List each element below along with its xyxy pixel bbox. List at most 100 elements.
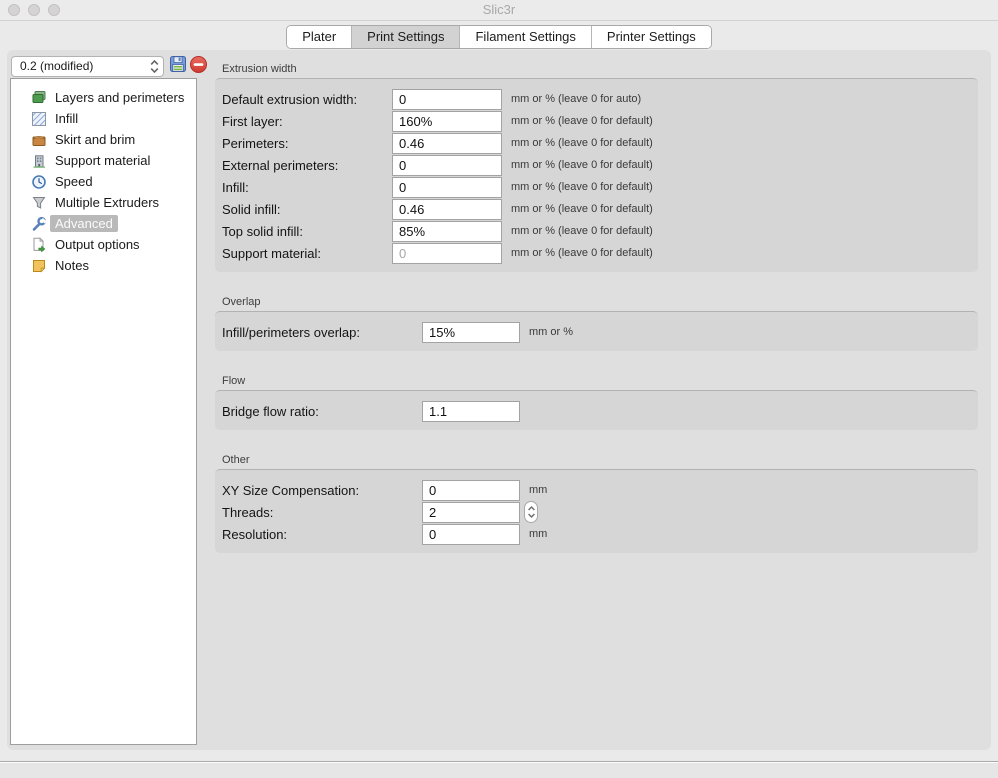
tree-item-label: Layers and perimeters [50,89,189,106]
field-label-threads: Threads: [222,505,422,520]
row-solid-infill: Solid infill: mm or % (leave 0 for defaul… [222,198,978,220]
page-go-icon [31,237,47,253]
unit-label: mm or % (leave 0 for default) [511,225,653,237]
field-label-external-perimeters: External perimeters: [222,158,392,173]
input-infill[interactable] [392,177,502,198]
unit-label: mm or % (leave 0 for auto) [511,93,641,105]
input-external-perimeters[interactable] [392,155,502,176]
unit-label: mm [529,528,547,540]
tree-item-multiple-extruders[interactable]: Multiple Extruders [11,192,196,213]
section-overlap: Overlap Infill/perimeters overlap: mm or % [215,296,978,351]
infill-hatch-icon [31,111,47,127]
row-external-perimeters: External perimeters:mm or % (leave 0 for… [222,154,978,176]
unit-label: mm or % (leave 0 for default) [511,247,653,259]
tree-item-label: Notes [50,257,94,274]
delete-preset-button[interactable] [189,57,208,76]
field-label-solid-infill: Solid infill: [222,202,392,217]
field-label-perimeters: Perimeters: [222,136,392,151]
settings-main-area: Extrusion width Default extrusion width: m… [215,50,978,553]
tree-item-label: Skirt and brim [50,131,140,148]
row-threads: Threads: [222,501,978,523]
titlebar: Slic3r [0,0,998,21]
wrench-icon [31,216,47,232]
row-top-solid-infill: Top solid infill: mm or % (leave 0 for de… [222,220,978,242]
field-label-default-extrusion-width: Default extrusion width: [222,92,392,107]
field-label-first-layer: First layer: [222,114,392,129]
tree-item-output-options[interactable]: Output options [11,234,196,255]
row-perimeters: Perimeters: mm or % (leave 0 for default) [222,132,978,154]
input-support-material[interactable] [392,243,502,264]
field-label-top-solid-infill: Top solid infill: [222,224,392,239]
field-label-xy-size-compensation: XY Size Compensation: [222,483,422,498]
row-default-extrusion-width: Default extrusion width: mm or % (leave 0… [222,88,978,110]
section-flow: Flow Bridge flow ratio: [215,375,978,430]
tabs-segmented-control: PlaterPrint SettingsFilament SettingsPri… [286,25,712,49]
tab-plater[interactable]: Plater [287,26,351,48]
section-title-extrusion-width: Extrusion width [222,63,978,76]
input-bridge-flow-ratio[interactable] [422,401,520,422]
tree-item-skirt-and-brim[interactable]: Skirt and brim [11,129,196,150]
section-box-extrusion-width: Default extrusion width: mm or % (leave 0… [215,78,978,272]
unit-label: mm or % (leave 0 for default) [511,115,653,127]
box-icon [31,132,47,148]
row-bridge-flow-ratio: Bridge flow ratio: [222,400,978,422]
unit-label: mm or % (leave 0 for default) [511,203,653,215]
tab-filament-settings[interactable]: Filament Settings [459,26,590,48]
preset-select[interactable]: 0.2 (modified) [11,56,164,77]
save-preset-button[interactable] [168,57,187,76]
row-xy-size-compensation: XY Size Compensation: mm [222,479,978,501]
input-threads[interactable] [422,502,520,523]
tab-print-settings[interactable]: Print Settings [351,26,459,48]
section-extrusion-width: Extrusion width Default extrusion width: m… [215,63,978,272]
note-icon [31,258,47,274]
settings-category-tree: Layers and perimeters Infill Skirt and bri… [10,78,197,745]
field-label-bridge-flow-ratio: Bridge flow ratio: [222,404,422,419]
input-default-extrusion-width[interactable] [392,89,502,110]
row-support-material: Support material: mm or % (leave 0 for de… [222,242,978,264]
tree-item-speed[interactable]: Speed [11,171,196,192]
tree-item-layers-and-perimeters[interactable]: Layers and perimeters [11,87,196,108]
tree-item-advanced[interactable]: Advanced [11,213,196,234]
input-top-solid-infill[interactable] [392,221,502,242]
tree-item-notes[interactable]: Notes [11,255,196,276]
chevron-up-down-icon [149,59,160,74]
minus-circle-icon [189,55,208,79]
tree-item-support-material[interactable]: Support material [11,150,196,171]
row-resolution: Resolution: mm [222,523,978,545]
window-title: Slic3r [0,0,998,20]
unit-label: mm or % (leave 0 for default) [511,137,653,149]
input-solid-infill[interactable] [392,199,502,220]
window-bottom-strip [0,761,998,778]
input-resolution[interactable] [422,524,520,545]
floppy-save-icon [169,55,187,78]
field-label-support-material: Support material: [222,246,392,261]
tab-printer-settings[interactable]: Printer Settings [591,26,711,48]
input-xy-size-compensation[interactable] [422,480,520,501]
unit-label: mm [529,484,547,496]
input-perimeters[interactable] [392,133,502,154]
input-first-layer[interactable] [392,111,502,132]
field-label-resolution: Resolution: [222,527,422,542]
input-infill-perimeters-overlap[interactable] [422,322,520,343]
section-box-other: XY Size Compensation: mm Threads: Resolutio… [215,469,978,553]
row-infill: Infill:mm or % (leave 0 for default) [222,176,978,198]
section-box-overlap: Infill/perimeters overlap: mm or % [215,311,978,351]
section-box-flow: Bridge flow ratio: [215,390,978,430]
field-label-infill: Infill: [222,180,392,195]
section-title-overlap: Overlap [222,296,978,309]
building-icon [31,153,47,169]
section-title-flow: Flow [222,375,978,388]
tree-item-infill[interactable]: Infill [11,108,196,129]
funnel-icon [31,195,47,211]
threads-stepper[interactable] [524,501,538,523]
row-first-layer: First layer: mm or % (leave 0 for default… [222,110,978,132]
tab-bar: PlaterPrint SettingsFilament SettingsPri… [0,25,998,49]
tree-item-label: Speed [50,173,98,190]
field-label-infill-perimeters-overlap: Infill/perimeters overlap: [222,325,422,340]
clock-icon [31,174,47,190]
unit-label: mm or % [529,326,573,338]
layers-icon [31,90,47,106]
row-infill-perimeters-overlap: Infill/perimeters overlap: mm or % [222,321,978,343]
tree-item-label: Infill [50,110,83,127]
preset-select-value: 0.2 (modified) [20,57,149,76]
